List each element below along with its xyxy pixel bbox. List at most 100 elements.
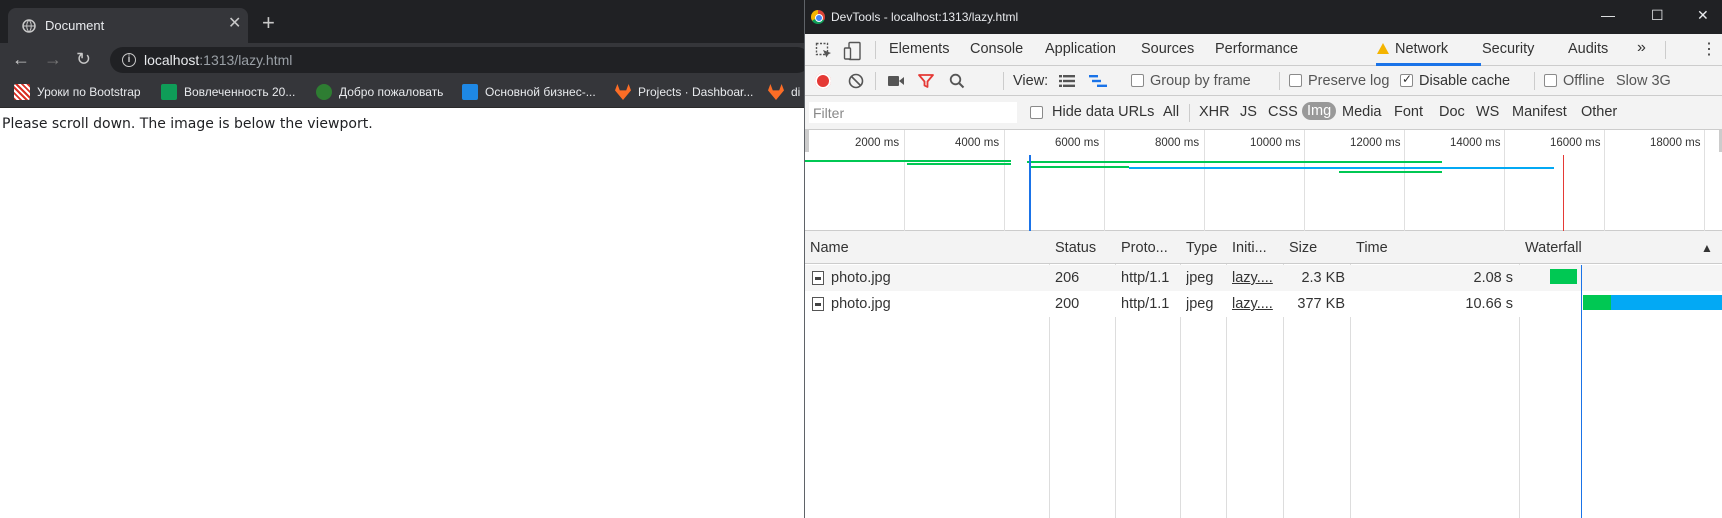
load-marker [1563,155,1564,231]
bookmark-item[interactable]: di [768,83,800,101]
header-name[interactable]: Name [810,240,849,256]
cell-initiator-link[interactable]: lazy.... [1232,296,1277,312]
close-window-icon[interactable]: ✕ [1697,8,1709,22]
more-tabs-icon[interactable]: » [1637,39,1646,57]
tab-sources[interactable]: Sources [1141,41,1194,57]
bookmark-label: Основной бизнес-... [485,85,596,99]
cell-type: jpeg [1186,270,1214,286]
filter-type-other[interactable]: Other [1581,104,1617,120]
header-size[interactable]: Size [1289,240,1317,256]
maximize-icon[interactable]: ☐ [1651,8,1664,22]
bookmark-item[interactable]: Добро пожаловать [316,83,443,101]
tab-network-label: Network [1395,41,1449,57]
info-icon[interactable]: i [122,53,136,67]
tab-performance[interactable]: Performance [1215,41,1298,57]
filter-type-manifest[interactable]: Manifest [1512,104,1567,120]
separator [1534,72,1535,90]
throttling-select[interactable]: Slow 3G [1616,73,1671,89]
tab-console[interactable]: Console [970,41,1023,57]
overview-gridline [1504,130,1505,231]
close-tab-icon[interactable]: ✕ [228,16,241,32]
address-bar[interactable]: i localhost:1313/lazy.html [110,47,810,73]
table-row[interactable]: photo.jpg 200 http/1.1 jpeg lazy.... 377… [805,291,1722,317]
offline-label: Offline [1563,73,1605,89]
bookmark-item[interactable]: Уроки по Bootstrap [14,83,141,101]
header-time[interactable]: Time [1356,240,1388,256]
hide-data-urls-label: Hide data URLs [1052,104,1155,120]
device-toolbar-icon[interactable] [843,41,863,61]
header-status[interactable]: Status [1055,240,1096,256]
overview-waiting-bar [1027,161,1442,163]
preserve-log-label: Preserve log [1308,73,1390,89]
large-rows-icon[interactable] [1059,74,1075,88]
screenshot-camera-icon[interactable] [887,74,905,88]
filter-type-doc[interactable]: Doc [1439,104,1465,120]
sort-ascending-icon[interactable]: ▲ [1701,241,1713,255]
filter-type-img[interactable]: Img [1302,102,1337,120]
filter-type-xhr[interactable]: XHR [1199,104,1230,120]
header-initiator[interactable]: Initi... [1232,240,1267,256]
preserve-log-checkbox[interactable] [1289,74,1302,87]
header-protocol[interactable]: Proto... [1121,240,1168,256]
devtools-window: DevTools - localhost:1313/lazy.html — ☐ … [804,0,1722,518]
filter-type-css[interactable]: CSS [1268,104,1298,120]
browser-tab[interactable]: Document ✕ [8,8,248,43]
separator [875,41,876,59]
overview-gridline [1604,130,1605,231]
hide-data-urls-checkbox[interactable] [1030,106,1043,119]
overview-waiting-bar [805,160,1011,162]
filter-type-font[interactable]: Font [1394,104,1423,120]
header-waterfall[interactable]: Waterfall [1525,240,1582,256]
filter-input[interactable] [809,102,1017,123]
clear-icon[interactable] [848,73,864,89]
overview-gridline [904,130,905,231]
record-icon[interactable] [815,73,831,89]
image-file-icon [812,297,824,311]
waterfall-domcontentloaded-line [1581,265,1582,518]
filter-type-js[interactable]: JS [1240,104,1257,120]
domcontentloaded-marker [1029,155,1031,231]
overview-waiting-bar [907,163,1011,165]
network-overview[interactable]: 2000 ms 4000 ms 6000 ms 8000 ms 10000 ms… [805,130,1722,231]
filter-type-all[interactable]: All [1163,104,1179,120]
search-icon[interactable] [949,73,965,89]
filter-type-media[interactable]: Media [1342,104,1382,120]
cell-protocol: http/1.1 [1121,270,1170,286]
confluence-bookmark-icon [462,84,478,100]
filter-icon[interactable] [918,73,934,89]
group-by-frame-checkbox[interactable] [1131,74,1144,87]
filter-type-ws[interactable]: WS [1476,104,1499,120]
overview-left-handle[interactable] [805,130,809,152]
bootstrap-bookmark-icon [14,84,30,100]
separator [1189,104,1190,122]
tab-audits[interactable]: Audits [1568,41,1608,57]
tab-elements[interactable]: Elements [889,41,949,57]
menu-icon[interactable]: ⋮ [1701,39,1717,59]
bookmark-item[interactable]: Основной бизнес-... [462,83,596,101]
image-file-icon [812,271,824,285]
tab-application[interactable]: Application [1045,41,1116,57]
url-text[interactable]: localhost:1313/lazy.html [144,52,292,68]
new-tab-button[interactable]: + [262,12,275,34]
bookmark-item[interactable]: Projects · Dashboar... [615,83,753,101]
tab-security[interactable]: Security [1482,41,1534,57]
cell-initiator-link[interactable]: lazy.... [1232,270,1277,286]
disable-cache-checkbox[interactable] [1400,72,1413,87]
table-row[interactable]: photo.jpg 206 http/1.1 jpeg lazy.... 2.3… [805,265,1722,291]
tab-network[interactable]: Network [1377,41,1448,57]
inspect-element-icon[interactable] [815,42,833,60]
waterfall-overview-icon[interactable] [1089,74,1107,88]
header-type[interactable]: Type [1186,240,1217,256]
chrome-icon [811,10,825,24]
overview-gridline [1704,130,1705,231]
minimize-icon[interactable]: — [1601,8,1615,22]
bookmark-label: di [791,85,801,99]
offline-checkbox[interactable] [1544,74,1557,87]
back-icon[interactable]: ← [12,50,30,68]
page-content: Please scroll down. The image is below t… [0,108,805,518]
forward-icon[interactable]: → [44,50,62,68]
overview-gridline [1004,130,1005,231]
reload-icon[interactable]: ↻ [76,50,91,68]
separator [1279,72,1280,90]
bookmark-item[interactable]: Вовлеченность 20... [161,83,295,101]
